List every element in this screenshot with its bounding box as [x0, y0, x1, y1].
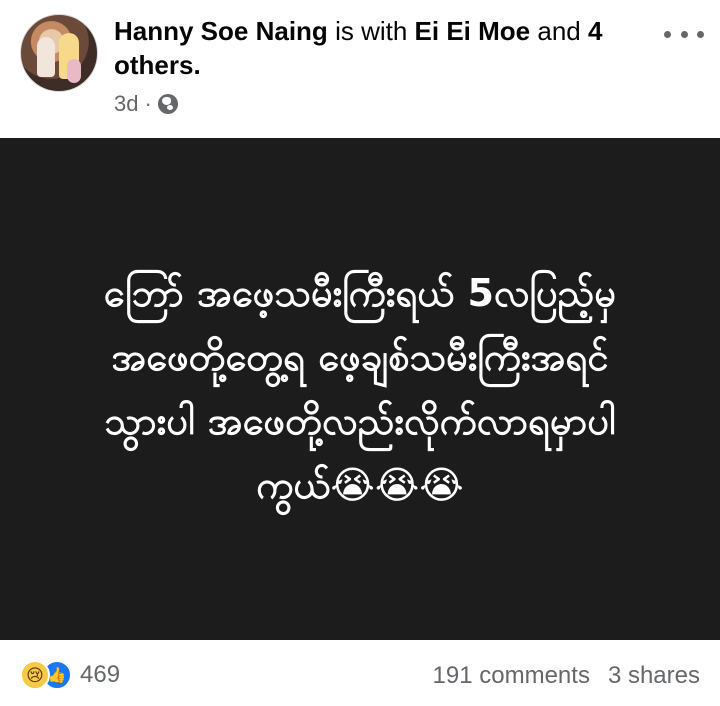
post-meta: 3d · — [114, 90, 178, 118]
more-dot — [664, 30, 671, 38]
post-image-text: ဘြော် အဖေ့သမီးကြီးရယ် 5လပြည့်မှ အဖေတို့တ… — [103, 271, 617, 507]
meta-separator: · — [144, 91, 152, 116]
comments-count-link[interactable]: 191 comments — [433, 662, 590, 690]
more-dot — [680, 30, 688, 38]
author-line: Hanny Soe Naing is with Ei Ei Moe and 4 … — [114, 14, 654, 82]
tagged-person-name[interactable]: Ei Ei Moe — [415, 16, 531, 46]
globe-icon[interactable] — [157, 94, 178, 114]
more-dot — [697, 30, 704, 38]
engagement-stats: 191 comments 3 shares — [433, 662, 700, 690]
avatar-figure — [67, 59, 81, 83]
more-options-button[interactable] — [664, 22, 704, 46]
shares-count-link[interactable]: 3 shares — [608, 662, 700, 690]
is-with-text: is with — [335, 16, 408, 46]
post-timestamp[interactable]: 3d — [114, 91, 138, 117]
and-text: and — [537, 16, 581, 46]
author-name[interactable]: Hanny Soe Naing — [114, 16, 328, 46]
avatar-figure — [37, 37, 55, 77]
reactions-summary[interactable]: 😢 👍 469 — [20, 660, 120, 690]
post-header: Hanny Soe Naing is with Ei Ei Moe and 4 … — [0, 0, 720, 138]
post-footer: 😢 👍 469 191 comments 3 shares — [0, 640, 720, 706]
post-image[interactable]: ဘြော် အဖေ့သမီးကြီးရယ် 5လပြည့်မှ အဖေတို့တ… — [0, 138, 720, 640]
reaction-count: 469 — [80, 661, 121, 688]
sad-reaction-icon: 😢 — [20, 660, 50, 690]
author-avatar[interactable] — [20, 14, 98, 92]
